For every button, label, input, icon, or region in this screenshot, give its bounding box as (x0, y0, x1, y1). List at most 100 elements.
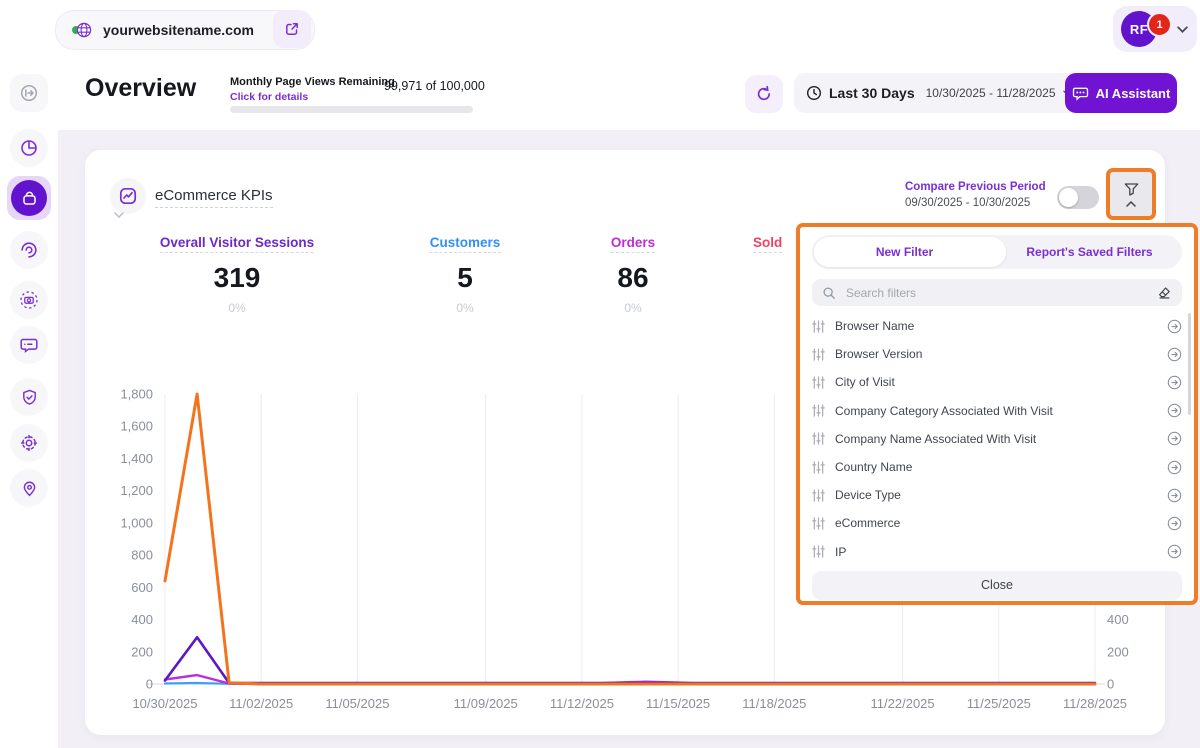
shopping-bag-icon (20, 189, 39, 208)
arrow-circle-right-icon[interactable] (1167, 319, 1182, 334)
arrow-circle-right-icon[interactable] (1167, 347, 1182, 362)
sliders-icon (812, 376, 825, 389)
filter-item-label: Company Name Associated With Visit (835, 432, 1036, 446)
arrow-circle-right-icon[interactable] (1167, 544, 1182, 559)
svg-text:400: 400 (1107, 612, 1129, 627)
kpi-tab[interactable]: Customers50% (430, 234, 501, 315)
chevron-down-icon[interactable] (1177, 26, 1188, 33)
kpi-tab[interactable]: Sold (753, 234, 782, 262)
arrow-circle-right-icon[interactable] (1167, 488, 1182, 503)
filter-search (812, 279, 1182, 306)
sliders-icon (812, 432, 825, 445)
external-link-icon (284, 21, 300, 37)
kpi-label[interactable]: Sold (753, 235, 782, 253)
pageviews-label: Monthly Page Views Remaining (230, 76, 395, 88)
sidebar-item-privacy[interactable] (10, 378, 48, 416)
kpi-label[interactable]: Overall Visitor Sessions (160, 235, 314, 253)
filter-item-label: Browser Name (835, 319, 914, 333)
clock-icon (806, 85, 822, 101)
arrow-circle-right-icon[interactable] (1167, 431, 1182, 446)
account-menu[interactable]: RF 1 (1113, 6, 1197, 52)
app: yourwebsitename.com RF 1 (0, 0, 1200, 748)
notification-badge: 1 (1147, 12, 1172, 37)
svg-text:11/05/2025: 11/05/2025 (325, 696, 389, 711)
kpi-delta: 0% (611, 301, 655, 315)
filter-item-label: City of Visit (835, 375, 895, 389)
sidebar-item-communication[interactable] (10, 326, 48, 364)
svg-text:1,200: 1,200 (120, 483, 153, 498)
svg-text:800: 800 (131, 548, 153, 563)
sidebar-item-ecommerce[interactable] (7, 176, 51, 220)
kpi-label[interactable]: Orders (611, 235, 655, 253)
svg-text:1,400: 1,400 (120, 451, 153, 466)
filter-item[interactable]: Browser Version (812, 340, 1182, 368)
sidebar-collapse-button[interactable] (10, 74, 48, 112)
sidebar-item-visitors-map[interactable] (10, 469, 48, 507)
filter-button[interactable] (1106, 168, 1156, 220)
svg-text:11/15/2025: 11/15/2025 (646, 696, 710, 711)
filter-item[interactable]: IP (812, 538, 1182, 566)
kpi-value: 86 (611, 262, 655, 294)
date-range-selector[interactable]: Last 30 Days 10/30/2025 - 11/28/2025 (794, 73, 1084, 113)
filter-item[interactable]: Country Name (812, 453, 1182, 481)
arrow-circle-right-icon[interactable] (1167, 460, 1182, 475)
filter-item-label: IP (835, 545, 846, 559)
pageviews-value: 99,971 of 100,000 (384, 79, 485, 93)
sliders-icon (812, 545, 825, 558)
kpi-label[interactable]: Customers (430, 235, 501, 253)
svg-text:200: 200 (1107, 644, 1129, 659)
eraser-icon[interactable] (1157, 285, 1172, 300)
tab-new-filter[interactable]: New Filter (812, 235, 997, 269)
kpi-delta: 0% (160, 301, 314, 315)
topbar: yourwebsitename.com RF 1 (0, 0, 1200, 59)
kpi-tab[interactable]: Overall Visitor Sessions3190% (160, 234, 314, 315)
scrollbar[interactable] (1188, 313, 1192, 415)
arrow-circle-right-icon[interactable] (1167, 375, 1182, 390)
camera-icon (19, 290, 39, 310)
tab-saved-filters[interactable]: Report's Saved Filters (997, 235, 1182, 269)
arrow-circle-right-icon[interactable] (1167, 516, 1182, 531)
pageviews-progress-bar (230, 106, 473, 113)
sidebar-item-behavior[interactable] (10, 231, 48, 269)
svg-text:11/18/2025: 11/18/2025 (742, 696, 806, 711)
sidebar-item-session-recordings[interactable] (10, 281, 48, 319)
sidebar-item-settings[interactable] (10, 424, 48, 462)
filter-item[interactable]: Company Category Associated With Visit (812, 397, 1182, 425)
svg-text:1,600: 1,600 (120, 419, 153, 434)
svg-text:11/22/2025: 11/22/2025 (871, 696, 935, 711)
svg-text:0: 0 (1107, 677, 1114, 692)
sliders-icon (812, 320, 825, 333)
svg-text:0: 0 (146, 677, 153, 692)
arrow-circle-right-icon[interactable] (1167, 403, 1182, 418)
filter-item[interactable]: City of Visit (812, 368, 1182, 396)
filter-item[interactable]: Browser Name (812, 312, 1182, 340)
filter-list: Browser Name Browser Version City of Visit… (812, 312, 1182, 566)
sidebar-item-dashboard[interactable] (10, 129, 48, 167)
svg-text:11/28/2025: 11/28/2025 (1063, 696, 1127, 711)
sliders-icon (812, 348, 825, 361)
filter-item[interactable]: eCommerce (812, 509, 1182, 537)
shield-check-icon (20, 388, 39, 407)
page-header: Overview Monthly Page Views Remaining 99… (58, 58, 1200, 131)
globe-icon (70, 20, 94, 40)
chat-bubble-icon (19, 335, 39, 355)
kpi-tab[interactable]: Orders 86 0% (611, 234, 655, 315)
pageviews-details-link[interactable]: Click for details (230, 91, 308, 103)
filter-item-label: Company Category Associated With Visit (835, 404, 1053, 418)
refresh-button[interactable] (745, 75, 783, 113)
page-title: Overview (85, 74, 196, 103)
close-button[interactable]: Close (812, 571, 1182, 600)
ai-assistant-label: AI Assistant (1096, 86, 1171, 101)
filter-item-label: Country Name (835, 460, 912, 474)
date-range-value: 10/30/2025 - 11/28/2025 (926, 86, 1056, 100)
filter-item[interactable]: Device Type (812, 481, 1182, 509)
ai-assistant-button[interactable]: AI Assistant (1065, 73, 1177, 113)
arrow-right-circle-icon (19, 83, 39, 103)
open-website-button[interactable] (273, 10, 311, 48)
filter-item[interactable]: Company Name Associated With Visit (812, 425, 1182, 453)
svg-text:1,800: 1,800 (120, 387, 153, 402)
sidebar (0, 58, 59, 748)
sliders-icon (812, 489, 825, 502)
filter-search-input[interactable] (844, 285, 1149, 301)
spiral-icon (19, 240, 39, 260)
